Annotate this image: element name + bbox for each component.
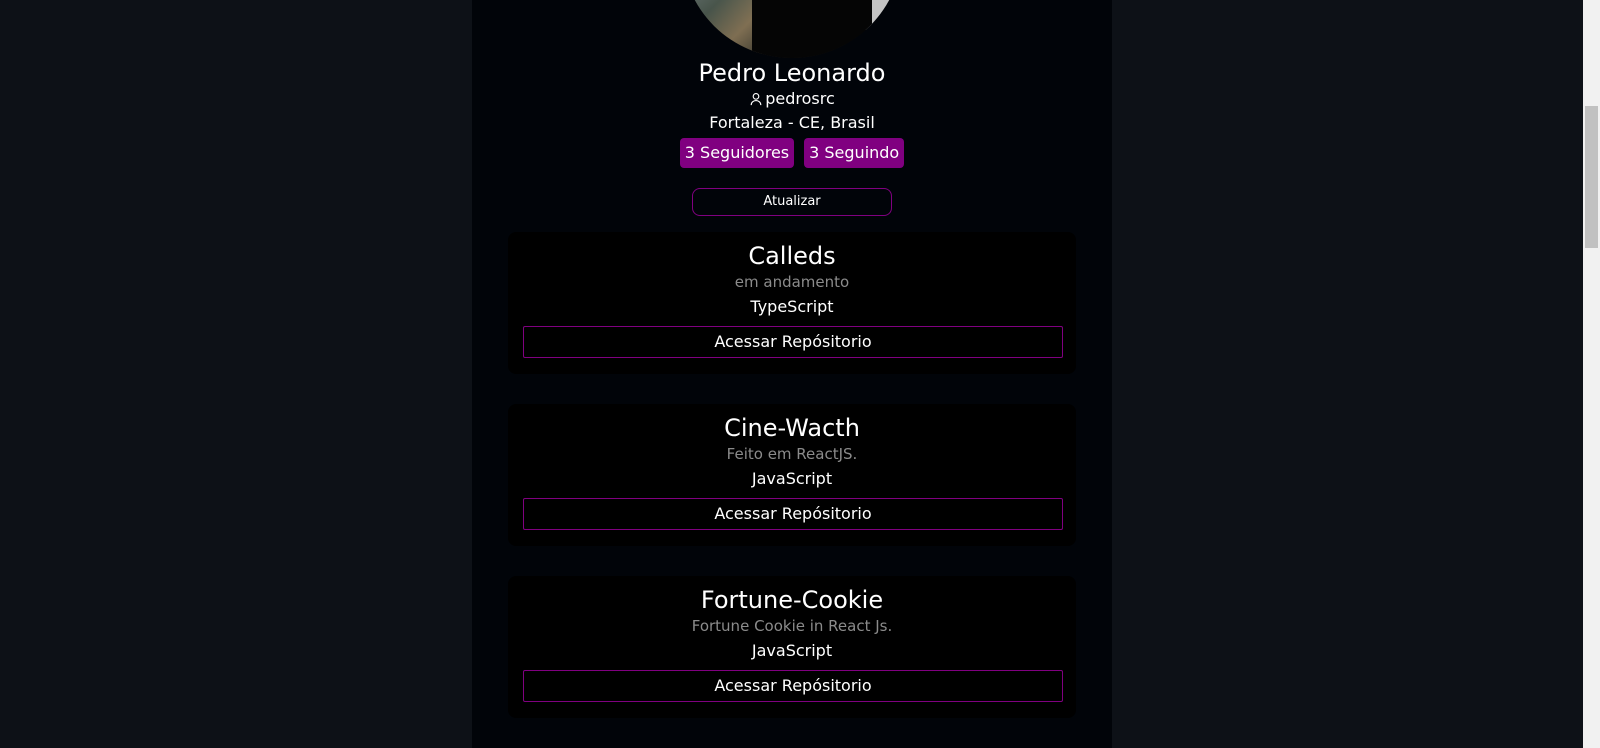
access-repo-button[interactable]: Acessar Repósitorio bbox=[523, 326, 1063, 358]
repo-card: Cine-Wacth Feito em ReactJS. JavaScript … bbox=[508, 404, 1076, 546]
profile-location: Fortaleza - CE, Brasil bbox=[709, 113, 875, 132]
following-badge[interactable]: 3 Seguindo bbox=[804, 138, 905, 168]
avatar bbox=[682, 0, 902, 58]
repo-description: Fortune Cookie in React Js. bbox=[691, 617, 893, 635]
update-button[interactable]: Atualizar bbox=[692, 188, 892, 216]
avatar-background-graffiti bbox=[682, 0, 762, 58]
user-icon bbox=[749, 92, 763, 106]
access-repo-button[interactable]: Acessar Repósitorio bbox=[523, 670, 1063, 702]
profile-name: Pedro Leonardo bbox=[698, 59, 886, 87]
repo-description: Feito em ReactJS. bbox=[726, 445, 858, 463]
profile-login: pedrosrc bbox=[472, 88, 1112, 110]
repo-card: Fortune-Cookie Fortune Cookie in React J… bbox=[508, 576, 1076, 718]
repo-description: em andamento bbox=[734, 273, 850, 291]
repo-card: Calleds em andamento TypeScript Acessar … bbox=[508, 232, 1076, 374]
followers-badge[interactable]: 3 Seguidores bbox=[679, 138, 795, 168]
repo-language: JavaScript bbox=[751, 469, 833, 488]
repo-name: Cine-Wacth bbox=[724, 414, 860, 442]
access-repo-button[interactable]: Acessar Repósitorio bbox=[523, 498, 1063, 530]
repo-name: Fortune-Cookie bbox=[700, 586, 884, 614]
page: Pedro Leonardo pedrosrc Fortaleza - CE, … bbox=[0, 0, 1600, 748]
profile-stats: 3 Seguidores 3 Seguindo bbox=[472, 138, 1112, 168]
repo-language: JavaScript bbox=[751, 641, 833, 660]
scrollbar-thumb[interactable] bbox=[1585, 106, 1598, 248]
repo-name: Calleds bbox=[748, 242, 836, 270]
scrollbar[interactable] bbox=[1583, 0, 1600, 748]
avatar-person bbox=[752, 0, 872, 58]
profile-column: Pedro Leonardo pedrosrc Fortaleza - CE, … bbox=[472, 0, 1112, 748]
repo-language: TypeScript bbox=[750, 297, 834, 316]
profile-login-text: pedrosrc bbox=[765, 89, 835, 108]
